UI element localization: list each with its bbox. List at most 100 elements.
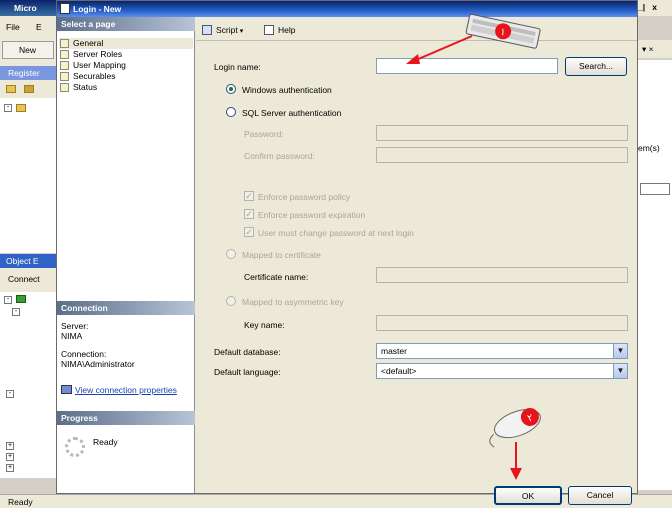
progress-header: Progress: [57, 411, 195, 425]
summary-items-label: em(s): [638, 143, 660, 153]
new-query-button[interactable]: New: [2, 41, 54, 59]
page-icon: [60, 39, 69, 48]
script-button[interactable]: Script ▾: [202, 23, 243, 37]
page-icon: [60, 83, 69, 92]
search-button[interactable]: Search...: [565, 57, 627, 76]
summary-area: [638, 60, 672, 490]
page-icon: [60, 61, 69, 70]
registered-servers-toolbar: [0, 80, 58, 98]
object-explorer-title: Object E: [6, 256, 39, 266]
expand-icon[interactable]: -: [6, 390, 14, 398]
help-label: Help: [278, 25, 296, 35]
ok-button[interactable]: OK: [494, 486, 562, 505]
page-item-status[interactable]: Status: [59, 82, 193, 93]
expand-icon[interactable]: +: [6, 453, 14, 461]
background-toolbar: New: [0, 38, 58, 68]
page-item-general[interactable]: General: [59, 38, 193, 49]
background-title-text: Micro: [14, 3, 37, 13]
dialog-title: Login - New: [73, 4, 122, 14]
sql-auth-label[interactable]: SQL Server authentication: [242, 108, 341, 118]
panel-close-icon[interactable]: ▾ ×: [642, 44, 654, 55]
connection-title: Connection: [61, 303, 108, 313]
page-icon: [60, 72, 69, 81]
page-item-user-mapping[interactable]: User Mapping: [59, 60, 193, 71]
server-value: NIMA: [61, 331, 83, 341]
mapped-asymmetric-label: Mapped to asymmetric key: [242, 297, 344, 307]
dropdown-arrow-icon[interactable]: ▼: [613, 364, 627, 378]
dropdown-arrow-icon: ▾: [239, 28, 244, 35]
default-language-value: <default>: [381, 366, 417, 376]
password-input[interactable]: [376, 125, 628, 141]
connection-value: NIMA\Administrator: [61, 359, 135, 369]
page-label: Server Roles: [73, 49, 123, 59]
default-language-select[interactable]: <default> ▼: [376, 363, 628, 379]
registered-servers-tree: -: [0, 98, 58, 253]
windows-auth-label[interactable]: Windows authentication: [242, 85, 332, 95]
dialog-title-bar[interactable]: Login - New: [57, 1, 637, 17]
sql-auth-radio[interactable]: [226, 107, 236, 117]
object-explorer-tree: - - - + + +: [0, 292, 58, 478]
key-name-input[interactable]: [376, 315, 628, 331]
default-database-select[interactable]: master ▼: [376, 343, 628, 359]
confirm-password-label: Confirm password:: [244, 151, 315, 161]
dropdown-arrow-icon[interactable]: ▼: [613, 344, 627, 358]
must-change-label: User must change password at next login: [258, 228, 414, 238]
script-toolbar: Script ▾ Help: [196, 17, 637, 41]
window-controls[interactable]: _| x: [636, 0, 672, 16]
login-name-label: Login name:: [214, 62, 261, 72]
expand-icon[interactable]: +: [6, 442, 14, 450]
expand-icon[interactable]: -: [4, 296, 12, 304]
enforce-expiration-checkbox[interactable]: ✓: [244, 209, 254, 219]
certificate-name-input[interactable]: [376, 267, 628, 283]
windows-auth-radio[interactable]: [226, 84, 236, 94]
menu-edit[interactable]: E: [36, 22, 42, 32]
expand-icon[interactable]: +: [6, 464, 14, 472]
window-controls-label: _| x: [638, 2, 657, 12]
connection-label: Connection:: [61, 349, 107, 359]
general-page: Script ▾ Help Login name: Search... Windo…: [196, 17, 637, 505]
connect-button[interactable]: Connect: [0, 268, 58, 292]
menu-file[interactable]: File: [6, 22, 20, 32]
progress-title: Progress: [61, 413, 98, 423]
new-query-label: New: [19, 45, 37, 55]
confirm-password-input[interactable]: [376, 147, 628, 163]
background-right-pane: _| x ▾ × em(s): [636, 0, 672, 494]
script-label: Script: [216, 25, 238, 35]
certificate-name-label: Certificate name:: [244, 272, 309, 282]
mapped-asymmetric-radio[interactable]: [226, 296, 236, 306]
help-button[interactable]: Help: [264, 23, 295, 37]
database-icon[interactable]: [24, 85, 34, 93]
mapped-certificate-label: Mapped to certificate: [242, 250, 321, 260]
default-database-value: master: [381, 346, 407, 356]
server-label: Server:: [61, 321, 89, 331]
connection-info: Server: NIMA Connection: NIMA\Administra…: [61, 321, 191, 369]
page-label: Status: [73, 82, 98, 92]
page-label: User Mapping: [73, 60, 126, 70]
folder-icon[interactable]: [6, 85, 16, 93]
key-name-label: Key name:: [244, 320, 285, 330]
page-item-securables[interactable]: Securables: [59, 71, 193, 82]
view-connection-properties-link[interactable]: View connection properties: [61, 385, 193, 395]
default-database-label: Default database:: [214, 347, 281, 357]
status-text: Ready: [8, 497, 33, 507]
page-item-server-roles[interactable]: Server Roles: [59, 49, 193, 60]
summary-box: [640, 183, 670, 195]
mapped-certificate-radio[interactable]: [226, 249, 236, 259]
connect-label: Connect: [8, 274, 40, 284]
connection-header: Connection: [57, 301, 195, 315]
select-page-title: Select a page: [61, 19, 116, 29]
page-icon: [60, 50, 69, 59]
expand-icon[interactable]: -: [12, 308, 20, 316]
script-icon: [202, 25, 212, 35]
cancel-button[interactable]: Cancel: [568, 486, 632, 505]
enforce-policy-checkbox[interactable]: ✓: [244, 191, 254, 201]
page-list: General Server Roles User Mapping Secura…: [59, 38, 193, 93]
help-icon: [264, 25, 274, 35]
login-name-input[interactable]: [376, 58, 558, 74]
progress-spinner-icon: [65, 437, 85, 457]
page-label: General: [73, 38, 104, 48]
folder-icon: [16, 104, 26, 112]
object-explorer-header: Object E: [0, 254, 58, 268]
must-change-checkbox[interactable]: ✓: [244, 227, 254, 237]
expand-icon[interactable]: -: [4, 104, 12, 112]
